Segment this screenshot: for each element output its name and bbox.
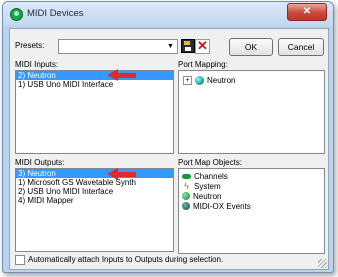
- title-bar[interactable]: MIDI Devices ✕: [3, 2, 333, 26]
- midi-devices-window: MIDI Devices ✕ Presets: ▼ ✕ OK Cancel MI…: [2, 1, 334, 273]
- presets-label: Presets:: [15, 41, 45, 50]
- tree-row-neutron[interactable]: + Neutron: [183, 75, 235, 85]
- port-map-object-item[interactable]: Neutron: [179, 191, 324, 201]
- port-map-object-label: Channels: [194, 171, 228, 181]
- midi-input-item[interactable]: 2) Neutron: [16, 71, 173, 80]
- close-button[interactable]: ✕: [287, 3, 327, 21]
- neutron-icon: [182, 192, 190, 200]
- port-map-object-item[interactable]: Channels: [179, 171, 324, 181]
- port-mapping-tree[interactable]: + Neutron: [178, 70, 325, 154]
- port-map-object-item[interactable]: ϟ System: [179, 181, 324, 191]
- midi-output-item[interactable]: 2) USB Uno MIDI Interface: [16, 187, 173, 196]
- system-icon: ϟ: [184, 180, 189, 191]
- port-map-object-label: System: [194, 181, 221, 191]
- midi-outputs-list[interactable]: 3) Neutron 1) Microsoft GS Wavetable Syn…: [15, 168, 174, 252]
- port-map-objects-label: Port Map Objects:: [178, 158, 243, 167]
- arrow-shaft: [117, 73, 136, 78]
- port-map-object-label: MIDI-OX Events: [193, 201, 251, 211]
- midi-inputs-label: MIDI Inputs:: [15, 60, 59, 69]
- midi-outputs-label: MIDI Outputs:: [15, 158, 65, 167]
- midi-output-item[interactable]: 1) Microsoft GS Wavetable Synth: [16, 178, 173, 187]
- chevron-down-icon[interactable]: ▼: [165, 41, 176, 52]
- midi-inputs-list[interactable]: 2) Neutron 1) USB Uno MIDI Interface: [15, 70, 174, 154]
- expand-icon[interactable]: +: [183, 75, 192, 85]
- resize-grip-icon[interactable]: [318, 259, 327, 268]
- auto-attach-checkbox[interactable]: [15, 255, 25, 265]
- dialog-body: Presets: ▼ ✕ OK Cancel MIDI Inputs: 2) N…: [9, 28, 329, 270]
- midi-output-item[interactable]: 3) Neutron: [16, 169, 173, 178]
- midi-app-icon: [10, 8, 23, 21]
- port-map-object-label: Neutron: [193, 191, 222, 201]
- midi-input-item[interactable]: 1) USB Uno MIDI Interface: [16, 80, 173, 89]
- presets-combo[interactable]: ▼: [58, 39, 178, 54]
- neutron-port-icon: [195, 75, 204, 85]
- channels-icon: [182, 173, 191, 179]
- port-map-object-item[interactable]: MIDI-OX Events: [179, 201, 324, 211]
- save-preset-icon[interactable]: [181, 39, 195, 53]
- port-map-objects-list[interactable]: Channels ϟ System Neutron MIDI-OX Events: [178, 168, 325, 254]
- window-title: MIDI Devices: [27, 8, 84, 19]
- ok-button[interactable]: OK: [229, 38, 273, 56]
- cancel-button[interactable]: Cancel: [278, 38, 324, 56]
- delete-preset-icon[interactable]: ✕: [195, 39, 210, 54]
- arrow-shaft: [117, 172, 136, 177]
- midiox-events-icon: [182, 202, 190, 210]
- midi-output-item[interactable]: 4) MIDI Mapper: [16, 196, 173, 205]
- port-mapping-label: Port Mapping:: [178, 60, 228, 69]
- tree-item-label: Neutron: [207, 75, 236, 85]
- auto-attach-label[interactable]: Automatically attach Inputs to Outputs d…: [28, 255, 223, 264]
